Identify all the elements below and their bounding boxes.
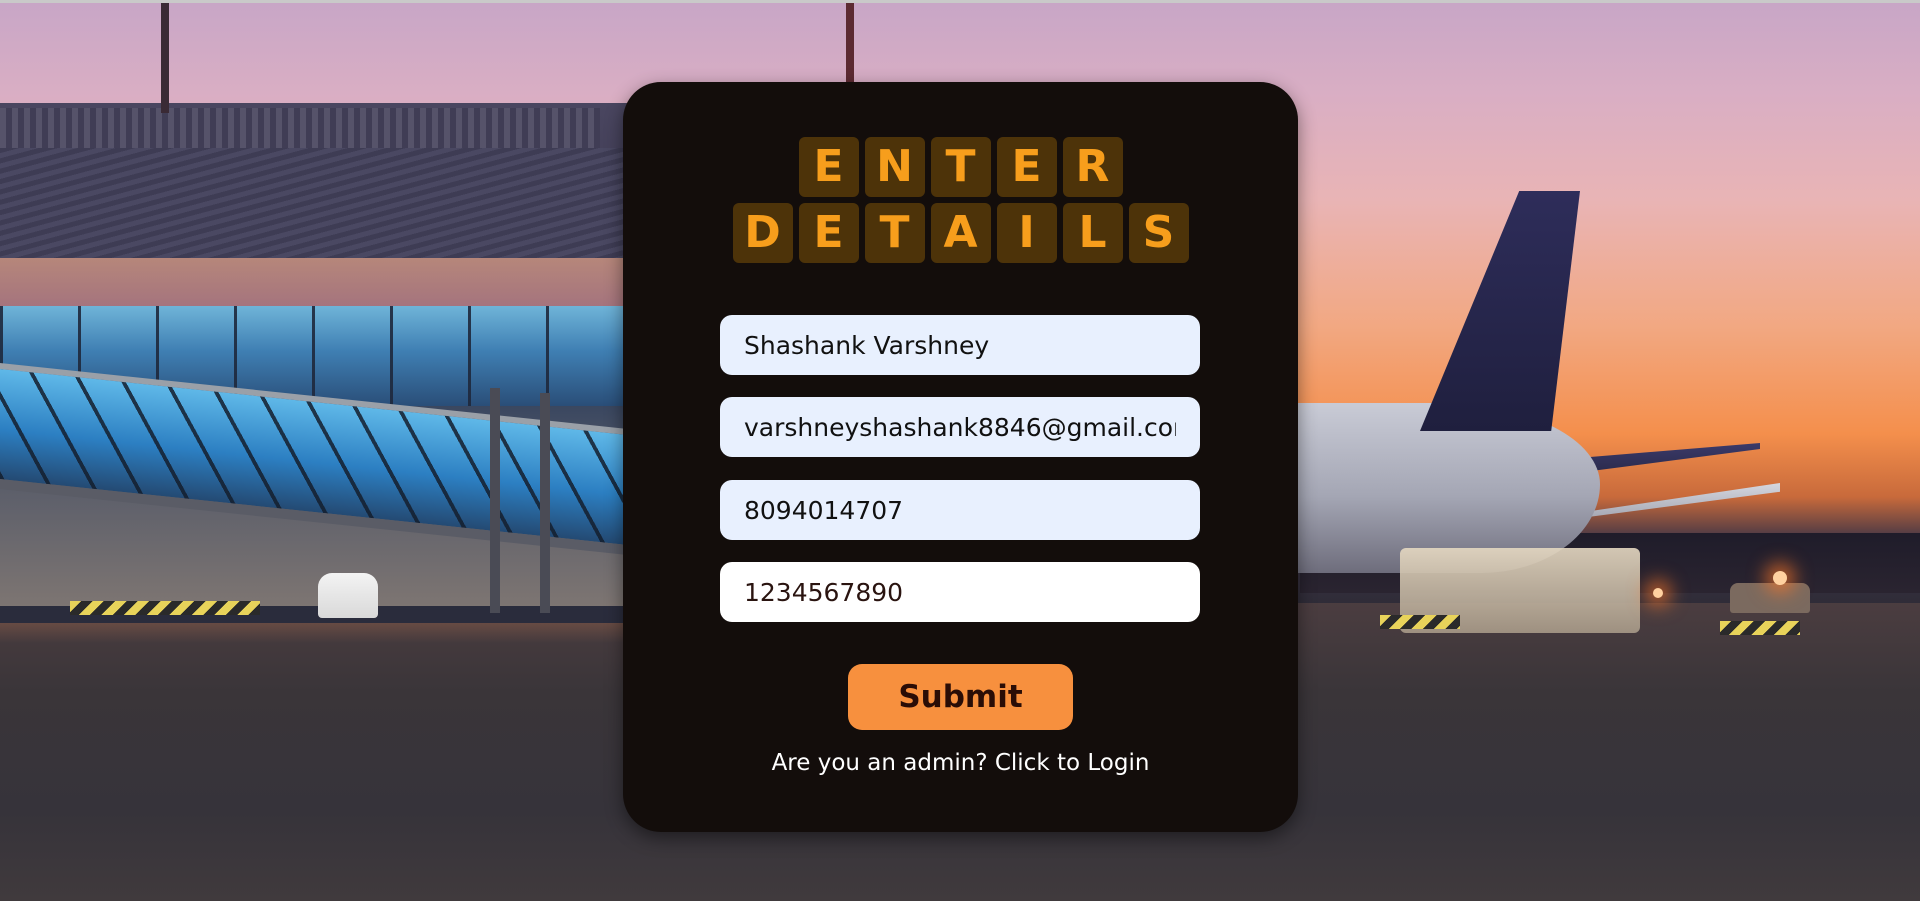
- title-tile: D: [732, 203, 793, 263]
- title-tile: R: [1062, 137, 1123, 197]
- title-tile: L: [1062, 203, 1123, 263]
- details-card: E N T E R D E T A I L S Submit Are you a…: [623, 82, 1298, 832]
- title-tile: N: [864, 137, 925, 197]
- title-tile: E: [798, 137, 859, 197]
- parked-car: [318, 573, 378, 618]
- title-tile: E: [996, 137, 1057, 197]
- title-tile: A: [930, 203, 991, 263]
- title-row-enter: E N T E R: [623, 137, 1298, 197]
- enter-details-title: E N T E R D E T A I L S: [623, 137, 1298, 269]
- title-tile: T: [930, 137, 991, 197]
- name-input[interactable]: [720, 315, 1200, 375]
- page: E N T E R D E T A I L S Submit Are you a…: [0, 0, 1920, 901]
- title-tile: T: [864, 203, 925, 263]
- airplane-tail: [1420, 191, 1580, 431]
- submit-button[interactable]: Submit: [848, 664, 1073, 730]
- title-row-details: D E T A I L S: [623, 203, 1298, 263]
- phone-input[interactable]: [720, 480, 1200, 540]
- title-tile: E: [798, 203, 859, 263]
- title-tile: S: [1128, 203, 1189, 263]
- number-input[interactable]: [720, 562, 1200, 622]
- email-input[interactable]: [720, 397, 1200, 457]
- admin-login-link[interactable]: Are you an admin? Click to Login: [623, 750, 1298, 776]
- title-tile: I: [996, 203, 1057, 263]
